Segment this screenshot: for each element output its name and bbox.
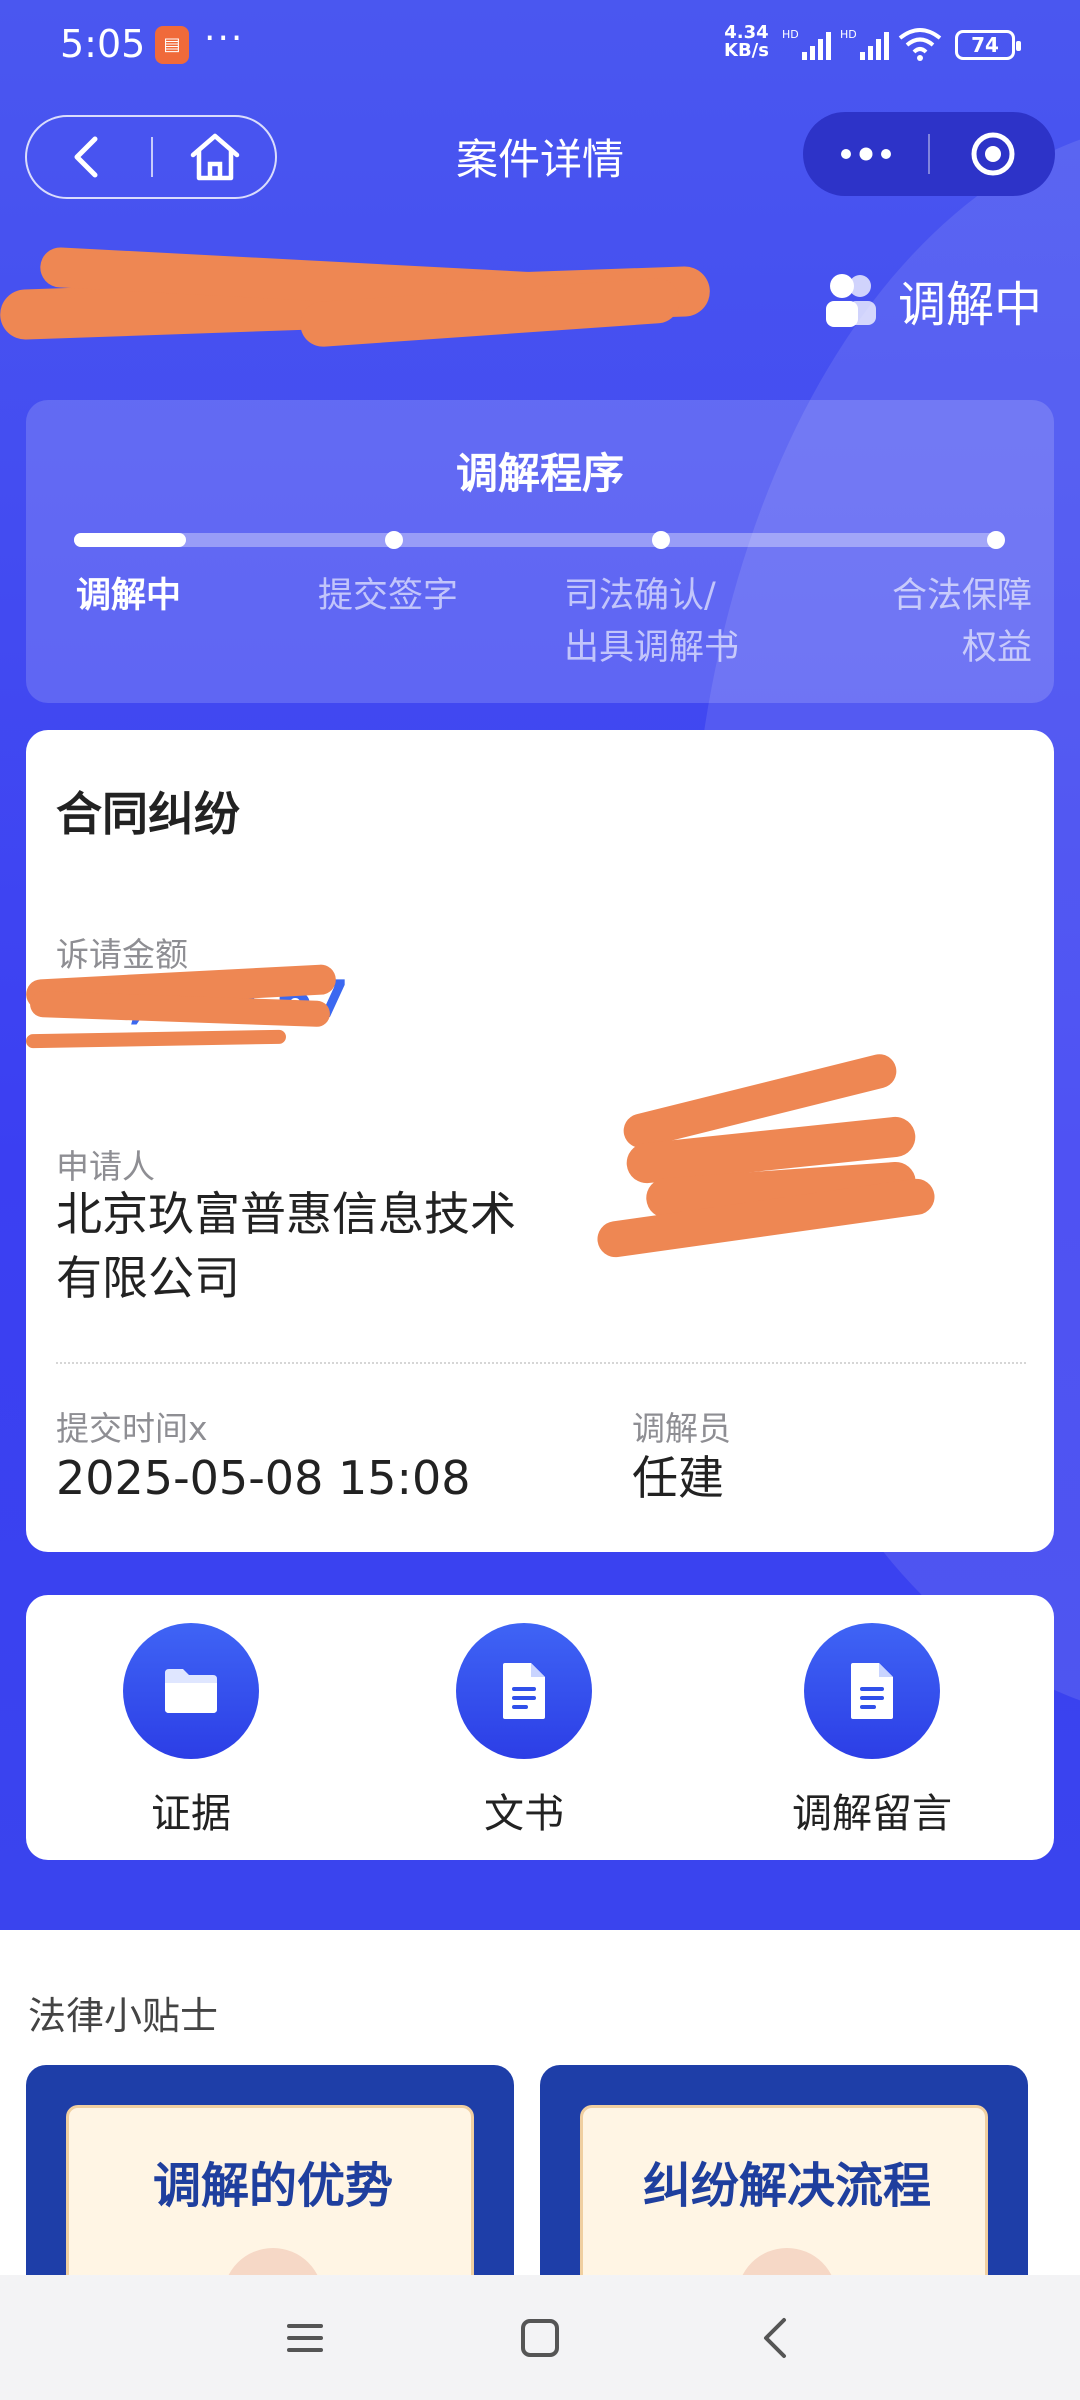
back-nav-button[interactable] [705, 2275, 845, 2400]
mediation-message-button[interactable]: 调解留言 [752, 1623, 992, 1839]
progress-node [385, 531, 403, 549]
more-button[interactable] [803, 112, 928, 196]
procedure-title: 调解程序 [455, 449, 624, 498]
system-navigation-bar [0, 2275, 1080, 2400]
case-number-redacted [0, 246, 720, 350]
home-nav-button[interactable] [470, 2275, 610, 2400]
case-status-badge: 调解中 [822, 260, 1042, 340]
svg-text:HD: HD [840, 28, 857, 41]
tip-title: 调解的优势 [152, 2158, 393, 2214]
submit-time-label: 提交时间x [56, 1409, 208, 1448]
square-icon [521, 2318, 559, 2357]
battery-icon: 74 [955, 30, 1021, 60]
more-dots-icon [840, 147, 891, 161]
legal-tips-heading: 法律小贴士 [28, 1994, 219, 2038]
amount-label: 诉请金额 [56, 935, 188, 974]
document-icon [503, 1663, 545, 1719]
wifi-icon [896, 26, 944, 71]
applicant-label: 申请人 [56, 1147, 155, 1186]
mediator-name: 任建 [632, 1451, 724, 1505]
network-speed: 4.34 KB/s [724, 22, 769, 61]
clock: 5:05 [60, 22, 146, 66]
user-group-icon [826, 274, 876, 327]
chevron-left-icon [764, 2317, 786, 2358]
document-icon [851, 1663, 893, 1719]
divider [928, 134, 930, 174]
mediator-label: 调解员 [632, 1409, 731, 1448]
notification-app-icon: ▤ [155, 26, 189, 64]
nav-capsule-right [803, 112, 1055, 196]
actions-card: 证据 文书 调解留言 [26, 1595, 1054, 1860]
more-notifications-icon: ··· [204, 18, 245, 59]
documents-label: 文书 [484, 1791, 564, 1837]
step-submit-signature: 提交签字 [318, 576, 459, 616]
documents-button[interactable]: 文书 [404, 1623, 644, 1839]
divider [56, 1362, 1026, 1364]
case-status-text: 调解中 [898, 277, 1043, 333]
progress-fill [74, 533, 186, 547]
folder-icon [165, 1669, 217, 1713]
evidence-button[interactable]: 证据 [71, 1623, 311, 1839]
recent-apps-button[interactable] [235, 2275, 375, 2400]
step-mediating: 调解中 [76, 576, 182, 616]
applicant-name: 北京玖富普惠信息技术 有限公司 [56, 1187, 516, 1305]
mediation-procedure-card: 调解程序 调解中 提交签字 司法确认/ 出具调解书 合法保障 权益 [26, 400, 1054, 703]
step-legal-protection: 合法保障 权益 [891, 576, 1032, 668]
menu-icon [287, 2323, 323, 2352]
svg-text:HD: HD [782, 28, 799, 41]
dispute-type: 合同纠纷 [56, 787, 240, 841]
status-bar: 5:05 ▤ ··· 4.34 KB/s HD HD 74 [0, 0, 1080, 95]
step-judicial-confirmation: 司法确认/ 出具调解书 [564, 576, 740, 668]
progress-node [652, 531, 670, 549]
progress-node [987, 531, 1005, 549]
case-info-card: 合同纠纷 诉请金额 10,000.67 申请人 北京玖富普惠信息技术 有限公司 … [25, 730, 1054, 1552]
mediation-message-label: 调解留言 [792, 1791, 952, 1837]
signal-icon: HD [782, 26, 834, 71]
submit-time: 2025-05-08 15:08 [56, 1451, 471, 1505]
signal-icon: HD [840, 26, 892, 71]
evidence-label: 证据 [151, 1791, 231, 1837]
target-icon [971, 132, 1015, 176]
tip-title: 纠纷解决流程 [642, 2158, 931, 2214]
progress-track [74, 533, 1004, 547]
close-miniprogram-button[interactable] [931, 112, 1055, 196]
